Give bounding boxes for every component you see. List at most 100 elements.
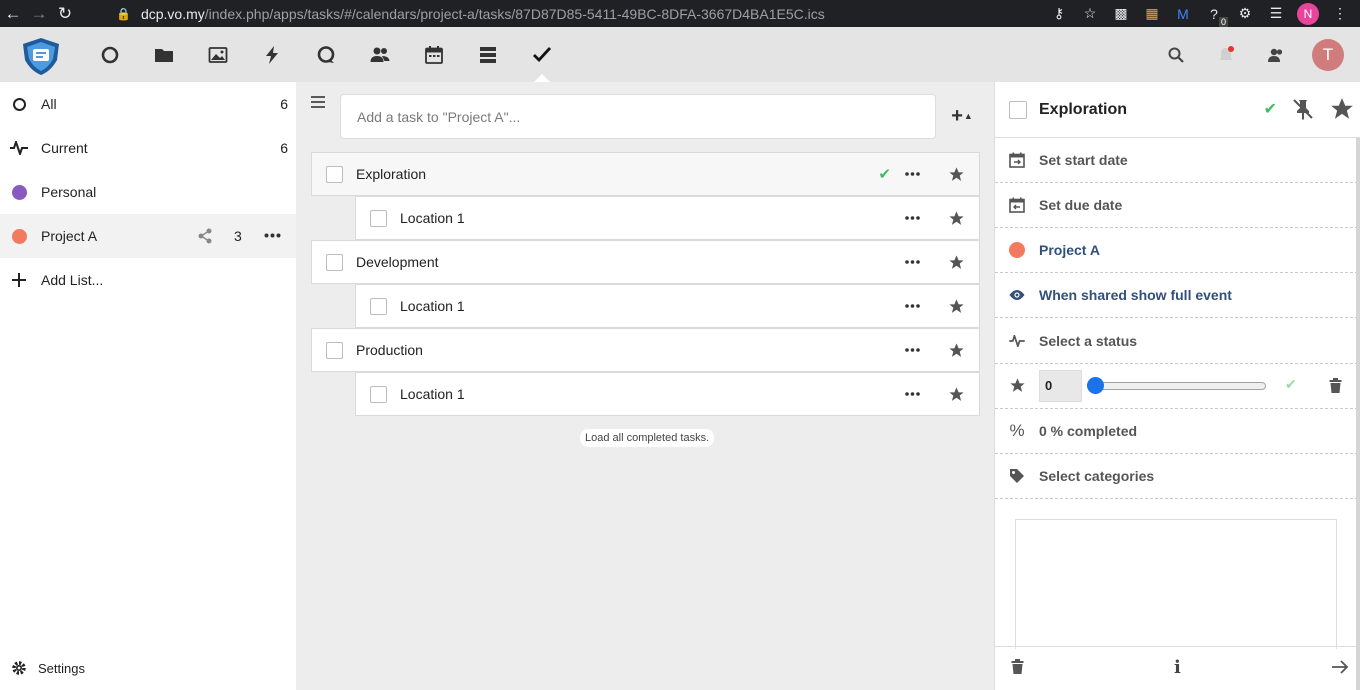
task-checkbox[interactable] <box>326 165 343 183</box>
task-row[interactable]: Location 1 <box>355 196 980 240</box>
photos-icon[interactable] <box>200 27 236 82</box>
start-date-row[interactable]: Set start date <box>995 138 1358 183</box>
more-icon[interactable] <box>901 296 923 316</box>
task-checkbox[interactable] <box>326 253 343 271</box>
task-row[interactable]: Production <box>311 328 980 372</box>
star-icon[interactable] <box>1329 96 1355 122</box>
sidebar-item-count: 6 <box>280 96 288 112</box>
more-icon[interactable] <box>901 252 923 272</box>
visibility-row[interactable]: When shared show full event <box>995 273 1358 318</box>
files-icon[interactable] <box>146 27 182 82</box>
priority-row: 0 ✔ <box>995 363 1358 409</box>
task-checkbox[interactable] <box>326 341 343 359</box>
task-row[interactable]: Development <box>311 240 980 284</box>
star-icon[interactable] <box>945 383 967 405</box>
logo-icon[interactable] <box>19 36 63 76</box>
dashboard-icon[interactable] <box>92 27 128 82</box>
browser-profile-avatar[interactable]: N <box>1297 2 1319 25</box>
sidebar-item-count: 6 <box>280 140 288 156</box>
priority-input[interactable]: 0 <box>1039 369 1082 402</box>
forward-icon[interactable]: → <box>26 0 52 27</box>
notifications-icon[interactable] <box>1212 41 1240 69</box>
sidebar-item-count: 3 <box>234 228 242 244</box>
details-scrollbar[interactable] <box>1356 138 1360 690</box>
trash-icon[interactable] <box>1011 659 1024 674</box>
contacts-menu-icon[interactable] <box>1262 41 1290 69</box>
bookmark-star-icon[interactable]: ☆ <box>1080 5 1100 22</box>
star-icon[interactable] <box>945 251 967 273</box>
back-icon[interactable]: ← <box>0 0 26 27</box>
sidebar: All 6 Current 6 Personal Project A 3 Add… <box>0 82 296 690</box>
trash-icon[interactable] <box>1329 378 1342 393</box>
status-row[interactable]: Select a status <box>995 319 1358 364</box>
percent-row[interactable]: % 0 % completed <box>995 409 1358 454</box>
calendar-select-row[interactable]: Project A <box>995 228 1358 273</box>
more-icon[interactable] <box>901 208 923 228</box>
task-row[interactable]: Location 1 <box>355 372 980 416</box>
task-title: Location 1 <box>400 386 465 402</box>
pin-off-icon[interactable] <box>1291 97 1315 121</box>
priority-slider-track[interactable] <box>1087 382 1266 390</box>
more-icon[interactable] <box>901 384 923 404</box>
extension-icon[interactable]: ? 0 <box>1204 6 1228 27</box>
add-task-input[interactable] <box>340 94 936 139</box>
extension-icon[interactable]: ▦ <box>1142 5 1162 22</box>
arrow-right-icon[interactable] <box>1331 659 1349 675</box>
load-completed-button[interactable]: Load all completed tasks. <box>580 429 715 447</box>
add-list-button[interactable]: Add List... <box>0 258 296 302</box>
info-icon[interactable]: i <box>1174 657 1181 678</box>
start-date-label: Set start date <box>1039 152 1128 168</box>
sidebar-item-current[interactable]: Current 6 <box>0 126 296 170</box>
url-host: dcp.vo.my <box>140 5 205 22</box>
star-icon[interactable] <box>945 295 967 317</box>
notes-textarea[interactable] <box>1015 519 1337 649</box>
task-checkbox[interactable] <box>370 385 387 403</box>
task-checkbox[interactable] <box>370 209 387 227</box>
task-title: Production <box>356 342 423 358</box>
task-row[interactable]: Exploration ✔ <box>311 152 980 196</box>
star-icon[interactable] <box>945 339 967 361</box>
task-complete-checkbox[interactable] <box>1009 100 1027 119</box>
priority-slider-thumb[interactable] <box>1087 377 1104 394</box>
menu-kebab-icon[interactable]: ⋮ <box>1330 5 1350 22</box>
confirm-check-icon[interactable]: ✔ <box>1285 376 1297 393</box>
reload-icon[interactable]: ↻ <box>52 0 78 27</box>
settings-button[interactable]: Settings <box>0 658 296 678</box>
task-list-area: +▲ Exploration ✔ Location 1 Development … <box>296 82 994 690</box>
user-avatar[interactable]: T <box>1312 38 1344 71</box>
sidebar-item-personal[interactable]: Personal <box>0 170 296 214</box>
sidebar-item-project-a[interactable]: Project A 3 <box>0 214 296 258</box>
more-icon[interactable] <box>901 340 923 360</box>
more-icon[interactable] <box>264 233 281 238</box>
tasks-icon[interactable] <box>524 27 560 82</box>
star-icon[interactable] <box>945 207 967 229</box>
hamburger-icon[interactable] <box>311 96 325 108</box>
deck-icon[interactable] <box>470 27 506 82</box>
media-icon[interactable]: ☰ <box>1266 5 1286 22</box>
sidebar-item-all[interactable]: All 6 <box>0 82 296 126</box>
contacts-icon[interactable] <box>362 27 398 82</box>
calendar-icon[interactable] <box>416 27 452 82</box>
address-bar[interactable]: 🔒 dcp.vo.my/index.php/apps/tasks/#/calen… <box>104 0 1094 27</box>
categories-row[interactable]: Select categories <box>995 454 1358 499</box>
extension-icon[interactable]: M <box>1173 6 1193 22</box>
calendar-start-icon <box>1009 152 1025 168</box>
puzzle-icon[interactable]: ⚙ <box>1235 5 1255 22</box>
calendar-color-dot <box>1009 242 1025 258</box>
task-checkbox[interactable] <box>370 297 387 315</box>
percent-icon: % <box>1009 421 1025 440</box>
star-icon[interactable] <box>945 163 967 185</box>
search-icon[interactable] <box>1162 41 1190 69</box>
pulse-icon <box>1009 335 1025 347</box>
key-icon[interactable]: ⚷ <box>1049 5 1069 22</box>
settings-label: Settings <box>38 660 85 676</box>
talk-icon[interactable] <box>308 27 344 82</box>
share-icon[interactable] <box>197 228 213 244</box>
extension-icon[interactable]: ▩ <box>1111 5 1131 22</box>
due-date-row[interactable]: Set due date <box>995 183 1358 228</box>
add-task-options-button[interactable]: + ▲ <box>948 104 976 128</box>
task-row[interactable]: Location 1 <box>355 284 980 328</box>
more-icon[interactable] <box>901 164 923 184</box>
activity-icon[interactable] <box>254 27 290 82</box>
check-icon: ✔ <box>1263 101 1277 118</box>
